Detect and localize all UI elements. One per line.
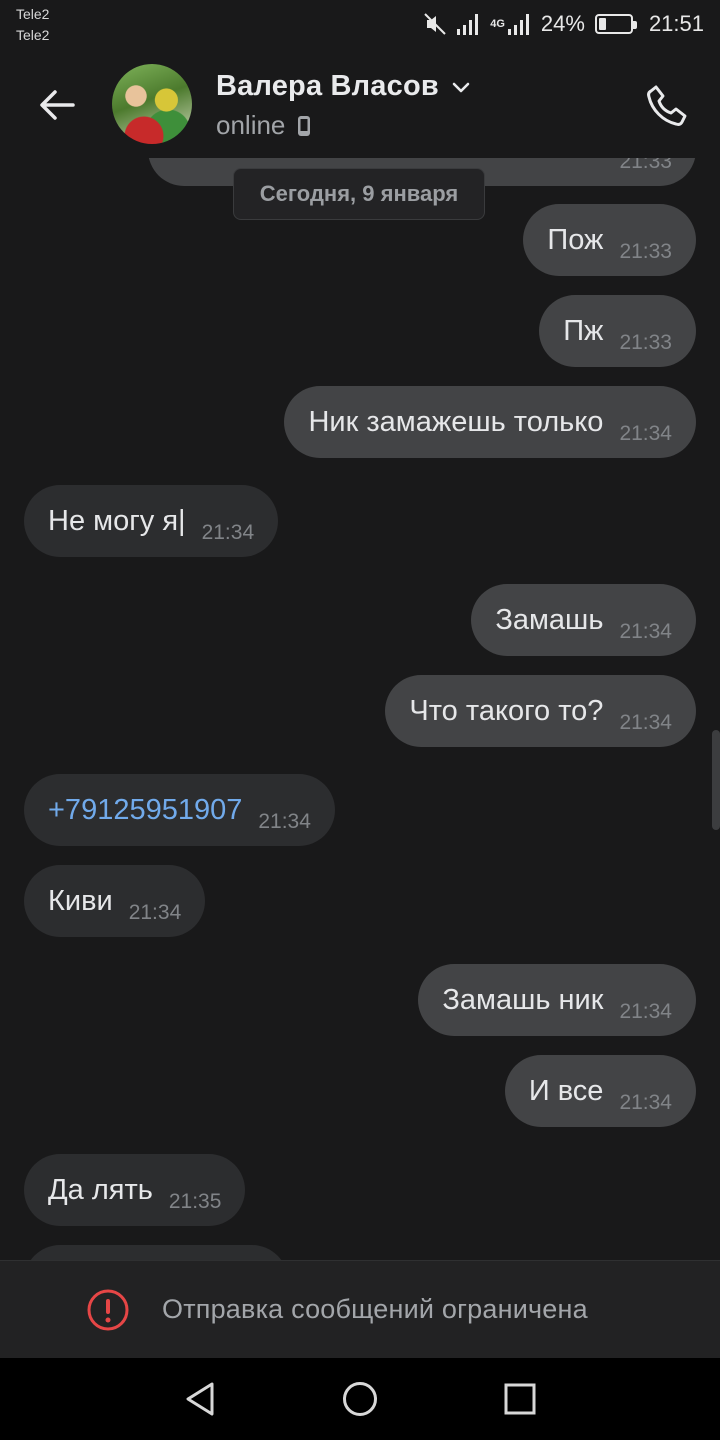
phone-number-link[interactable]: +79125951907	[48, 794, 242, 827]
message-time: 21:33	[619, 158, 672, 173]
mobile-device-icon	[298, 115, 311, 136]
message-time: 21:34	[619, 1091, 672, 1114]
status-bar: Tele2 Tele2 4G 24% 21:51	[0, 0, 720, 50]
triangle-back-icon	[186, 1382, 214, 1416]
signal-4g-icon: 4G	[490, 12, 533, 36]
nav-back-button[interactable]	[176, 1375, 224, 1423]
square-recents-icon	[504, 1383, 536, 1415]
contact-name-button[interactable]: Валера Власов	[216, 70, 471, 103]
message-text: Ник замажешь только	[308, 405, 604, 438]
circle-home-icon	[343, 1382, 377, 1416]
message-time: 21:33	[619, 240, 672, 263]
message-list[interactable]: 21:33 Сегодня, 9 января Пож 21:33 Пж 21:…	[0, 158, 720, 1260]
message-bubble[interactable]: Пж 21:33	[539, 295, 696, 367]
carrier-label-1: Tele2	[16, 6, 50, 22]
message-time: 21:33	[619, 331, 672, 354]
system-nav-bar	[0, 1358, 720, 1440]
message-bubble[interactable]: Киви 21:34	[24, 865, 206, 937]
message-time: 21:34	[619, 422, 672, 445]
message-time: 21:34	[201, 521, 255, 544]
message-time: 21:35	[168, 1190, 222, 1213]
message-time: 21:34	[258, 810, 311, 833]
message-text: Не могу я|	[48, 504, 186, 537]
back-button[interactable]	[32, 80, 82, 130]
chat-header: Валера Власов online	[0, 50, 720, 158]
message-bubble[interactable]: Что такого то? 21:34	[385, 675, 696, 747]
message-time: 21:34	[619, 711, 672, 734]
message-bubble-partial[interactable]	[24, 1245, 288, 1260]
message-text: Замашь	[495, 603, 604, 636]
message-bubble[interactable]: Ник замажешь только 21:34	[284, 386, 696, 458]
contact-name: Валера Власов	[216, 70, 439, 102]
messaging-restricted-bar: Отправка сообщений ограничена	[0, 1260, 720, 1358]
avatar[interactable]	[112, 64, 192, 144]
message-bubble[interactable]: Замашь ник 21:34	[418, 964, 696, 1036]
message-text: Что такого то?	[409, 694, 604, 727]
message-text: И все	[528, 1074, 604, 1107]
message-time: 21:34	[128, 901, 182, 924]
message-time: 21:34	[619, 1000, 672, 1023]
message-bubble[interactable]: Замашь 21:34	[471, 584, 696, 656]
arrow-left-icon	[40, 90, 75, 120]
message-bubble[interactable]: И все 21:34	[504, 1055, 696, 1127]
message-text: Пж	[563, 314, 604, 347]
message-bubble[interactable]: +79125951907 21:34	[24, 774, 335, 846]
message-text: Пож	[547, 223, 604, 256]
restriction-text: Отправка сообщений ограничена	[162, 1294, 588, 1324]
battery-percent: 24%	[540, 11, 585, 36]
network-type-label: 4G	[490, 17, 505, 30]
date-separator: Сегодня, 9 января	[233, 168, 485, 220]
nav-recents-button[interactable]	[496, 1375, 544, 1423]
call-button[interactable]	[640, 78, 694, 132]
muted-speaker-icon	[422, 11, 448, 37]
signal-icon	[456, 12, 482, 36]
alert-circle-icon	[87, 1289, 129, 1330]
message-text: Киви	[48, 884, 113, 917]
message-text: Замашь ник	[442, 983, 604, 1016]
phone-icon	[647, 85, 687, 126]
message-text: Да лять	[48, 1173, 153, 1206]
scrollbar[interactable]	[712, 730, 720, 830]
contact-status-row: online	[216, 110, 311, 141]
contact-status: online	[216, 110, 286, 140]
clock: 21:51	[648, 11, 704, 36]
chevron-down-icon	[452, 82, 470, 92]
battery-icon	[594, 14, 637, 34]
carrier-label-2: Tele2	[16, 27, 50, 43]
message-bubble[interactable]: Не могу я| 21:34	[24, 485, 279, 557]
message-bubble[interactable]: Пож 21:33	[523, 204, 696, 276]
message-time: 21:34	[619, 620, 672, 643]
battery-fill	[598, 18, 607, 30]
message-bubble[interactable]: Да лять 21:35	[24, 1154, 246, 1226]
nav-home-button[interactable]	[336, 1375, 384, 1423]
